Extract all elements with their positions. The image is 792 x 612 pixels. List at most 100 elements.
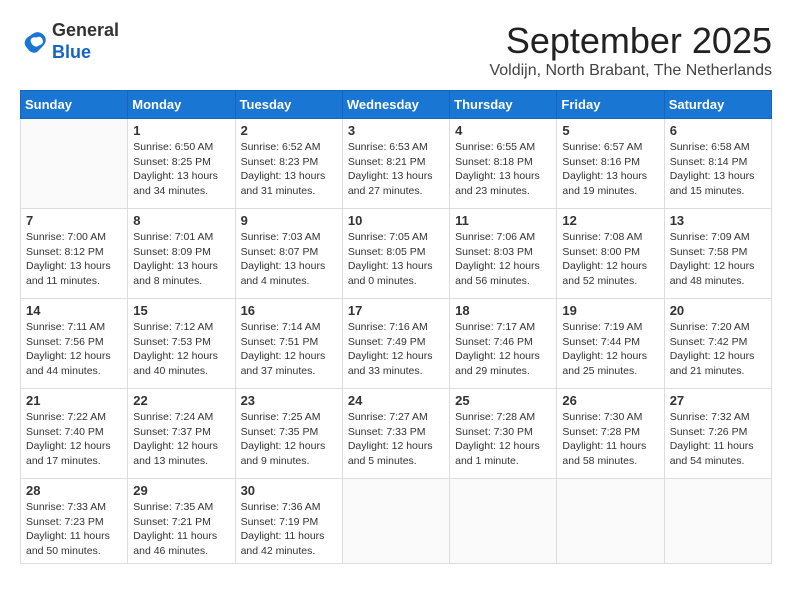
day-number: 3 xyxy=(348,123,444,138)
day-number: 22 xyxy=(133,393,229,408)
day-number: 7 xyxy=(26,213,122,228)
cell-0-1: 1 Sunrise: 6:50 AMSunset: 8:25 PMDaylight… xyxy=(128,119,235,209)
cell-content: Sunrise: 7:22 AMSunset: 7:40 PMDaylight:… xyxy=(26,410,122,469)
cell-3-0: 21Sunrise: 7:22 AMSunset: 7:40 PMDayligh… xyxy=(21,389,128,479)
day-number: 19 xyxy=(562,303,658,318)
cell-content: Sunrise: 7:27 AMSunset: 7:33 PMDaylight:… xyxy=(348,410,444,469)
cell-1-4: 11 Sunrise: 7:06 AMSunset: 8:03 PMDayligh… xyxy=(450,209,557,299)
calendar-table: SundayMondayTuesdayWednesdayThursdayFrid… xyxy=(20,90,772,564)
day-number: 6 xyxy=(670,123,766,138)
cell-content: Sunrise: 7:16 AMSunset: 7:49 PMDaylight:… xyxy=(348,320,444,379)
cell-1-6: 13 Sunrise: 7:09 AMSunset: 7:58 PMDayligh… xyxy=(664,209,771,299)
cell-0-0 xyxy=(21,119,128,209)
cell-4-6 xyxy=(664,479,771,564)
cell-content: Sunrise: 7:33 AMSunset: 7:23 PMDaylight:… xyxy=(26,500,122,559)
cell-content: Sunrise: 7:09 AMSunset: 7:58 PMDaylight:… xyxy=(670,230,766,289)
day-number: 18 xyxy=(455,303,551,318)
cell-2-2: 16 Sunrise: 7:14 AMSunset: 7:51 PMDayligh… xyxy=(235,299,342,389)
cell-4-1: 29Sunrise: 7:35 AMSunset: 7:21 PMDayligh… xyxy=(128,479,235,564)
day-number: 10 xyxy=(348,213,444,228)
cell-content: Sunrise: 6:55 AMSunset: 8:18 PMDaylight:… xyxy=(455,140,551,199)
header-sunday: Sunday xyxy=(21,91,128,119)
cell-1-0: 7 Sunrise: 7:00 AMSunset: 8:12 PMDaylight… xyxy=(21,209,128,299)
cell-content: Sunrise: 6:58 AMSunset: 8:14 PMDaylight:… xyxy=(670,140,766,199)
cell-1-5: 12Sunrise: 7:08 AMSunset: 8:00 PMDayligh… xyxy=(557,209,664,299)
cell-2-3: 17 Sunrise: 7:16 AMSunset: 7:49 PMDayligh… xyxy=(342,299,449,389)
cell-4-3 xyxy=(342,479,449,564)
week-row-5: 28 Sunrise: 7:33 AMSunset: 7:23 PMDayligh… xyxy=(21,479,772,564)
day-number: 26 xyxy=(562,393,658,408)
header-tuesday: Tuesday xyxy=(235,91,342,119)
day-number: 13 xyxy=(670,213,766,228)
cell-content: Sunrise: 7:11 AMSunset: 7:56 PMDaylight:… xyxy=(26,320,122,379)
day-number: 11 xyxy=(455,213,551,228)
cell-2-0: 14Sunrise: 7:11 AMSunset: 7:56 PMDayligh… xyxy=(21,299,128,389)
cell-4-2: 30Sunrise: 7:36 AMSunset: 7:19 PMDayligh… xyxy=(235,479,342,564)
cell-content: Sunrise: 6:53 AMSunset: 8:21 PMDaylight:… xyxy=(348,140,444,199)
week-row-2: 7 Sunrise: 7:00 AMSunset: 8:12 PMDaylight… xyxy=(21,209,772,299)
cell-0-4: 4 Sunrise: 6:55 AMSunset: 8:18 PMDaylight… xyxy=(450,119,557,209)
day-number: 30 xyxy=(241,483,337,498)
header-monday: Monday xyxy=(128,91,235,119)
cell-2-4: 18 Sunrise: 7:17 AMSunset: 7:46 PMDayligh… xyxy=(450,299,557,389)
header-row: SundayMondayTuesdayWednesdayThursdayFrid… xyxy=(21,91,772,119)
day-number: 17 xyxy=(348,303,444,318)
cell-0-5: 5 Sunrise: 6:57 AMSunset: 8:16 PMDaylight… xyxy=(557,119,664,209)
cell-content: Sunrise: 7:17 AMSunset: 7:46 PMDaylight:… xyxy=(455,320,551,379)
cell-content: Sunrise: 7:24 AMSunset: 7:37 PMDaylight:… xyxy=(133,410,229,469)
page-header: General Blue September 2025 Voldijn, Nor… xyxy=(20,20,772,80)
cell-content: Sunrise: 7:14 AMSunset: 7:51 PMDaylight:… xyxy=(241,320,337,379)
cell-2-5: 19 Sunrise: 7:19 AMSunset: 7:44 PMDayligh… xyxy=(557,299,664,389)
day-number: 28 xyxy=(26,483,122,498)
cell-3-5: 26 Sunrise: 7:30 AMSunset: 7:28 PMDayligh… xyxy=(557,389,664,479)
logo-text-block: General Blue xyxy=(52,20,119,63)
cell-content: Sunrise: 7:06 AMSunset: 8:03 PMDaylight:… xyxy=(455,230,551,289)
cell-content: Sunrise: 6:50 AMSunset: 8:25 PMDaylight:… xyxy=(133,140,229,199)
cell-2-1: 15 Sunrise: 7:12 AMSunset: 7:53 PMDayligh… xyxy=(128,299,235,389)
day-number: 29 xyxy=(133,483,229,498)
week-row-1: 1 Sunrise: 6:50 AMSunset: 8:25 PMDaylight… xyxy=(21,119,772,209)
cell-0-2: 2 Sunrise: 6:52 AMSunset: 8:23 PMDaylight… xyxy=(235,119,342,209)
cell-content: Sunrise: 6:52 AMSunset: 8:23 PMDaylight:… xyxy=(241,140,337,199)
cell-4-0: 28 Sunrise: 7:33 AMSunset: 7:23 PMDayligh… xyxy=(21,479,128,564)
day-number: 24 xyxy=(348,393,444,408)
cell-1-3: 10 Sunrise: 7:05 AMSunset: 8:05 PMDayligh… xyxy=(342,209,449,299)
cell-content: Sunrise: 7:12 AMSunset: 7:53 PMDaylight:… xyxy=(133,320,229,379)
logo-general: General xyxy=(52,20,119,40)
day-number: 12 xyxy=(562,213,658,228)
cell-3-3: 24 Sunrise: 7:27 AMSunset: 7:33 PMDayligh… xyxy=(342,389,449,479)
cell-0-6: 6 Sunrise: 6:58 AMSunset: 8:14 PMDaylight… xyxy=(664,119,771,209)
logo-blue: Blue xyxy=(52,42,91,62)
day-number: 4 xyxy=(455,123,551,138)
cell-content: Sunrise: 7:05 AMSunset: 8:05 PMDaylight:… xyxy=(348,230,444,289)
cell-content: Sunrise: 7:00 AMSunset: 8:12 PMDaylight:… xyxy=(26,230,122,289)
cell-content: Sunrise: 7:30 AMSunset: 7:28 PMDaylight:… xyxy=(562,410,658,469)
day-number: 8 xyxy=(133,213,229,228)
day-number: 2 xyxy=(241,123,337,138)
day-number: 23 xyxy=(241,393,337,408)
header-friday: Friday xyxy=(557,91,664,119)
cell-content: Sunrise: 7:32 AMSunset: 7:26 PMDaylight:… xyxy=(670,410,766,469)
day-number: 1 xyxy=(133,123,229,138)
cell-4-4 xyxy=(450,479,557,564)
cell-content: Sunrise: 7:19 AMSunset: 7:44 PMDaylight:… xyxy=(562,320,658,379)
cell-3-1: 22 Sunrise: 7:24 AMSunset: 7:37 PMDayligh… xyxy=(128,389,235,479)
header-thursday: Thursday xyxy=(450,91,557,119)
title-block: September 2025 Voldijn, North Brabant, T… xyxy=(489,20,772,80)
location-title: Voldijn, North Brabant, The Netherlands xyxy=(489,62,772,80)
cell-1-2: 9Sunrise: 7:03 AMSunset: 8:07 PMDaylight… xyxy=(235,209,342,299)
cell-3-4: 25Sunrise: 7:28 AMSunset: 7:30 PMDayligh… xyxy=(450,389,557,479)
day-number: 15 xyxy=(133,303,229,318)
day-number: 5 xyxy=(562,123,658,138)
month-title: September 2025 xyxy=(489,20,772,62)
day-number: 16 xyxy=(241,303,337,318)
week-row-4: 21Sunrise: 7:22 AMSunset: 7:40 PMDayligh… xyxy=(21,389,772,479)
cell-content: Sunrise: 7:28 AMSunset: 7:30 PMDaylight:… xyxy=(455,410,551,469)
cell-4-5 xyxy=(557,479,664,564)
header-saturday: Saturday xyxy=(664,91,771,119)
header-wednesday: Wednesday xyxy=(342,91,449,119)
week-row-3: 14Sunrise: 7:11 AMSunset: 7:56 PMDayligh… xyxy=(21,299,772,389)
cell-content: Sunrise: 7:25 AMSunset: 7:35 PMDaylight:… xyxy=(241,410,337,469)
cell-content: Sunrise: 6:57 AMSunset: 8:16 PMDaylight:… xyxy=(562,140,658,199)
cell-2-6: 20Sunrise: 7:20 AMSunset: 7:42 PMDayligh… xyxy=(664,299,771,389)
